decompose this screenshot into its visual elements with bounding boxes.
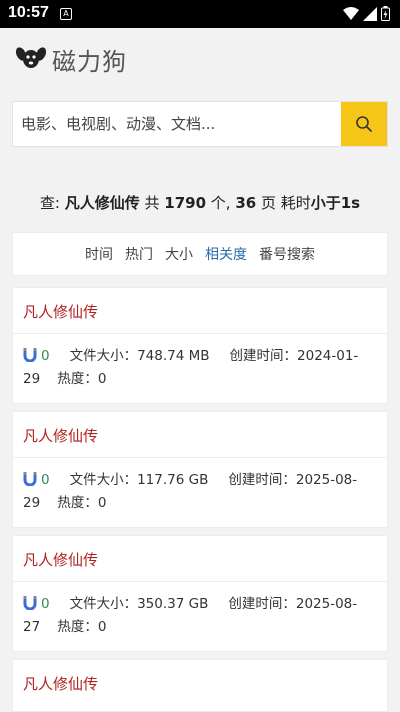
search-box xyxy=(12,101,388,147)
summary-time: 小于1s xyxy=(310,194,361,212)
magnet-count: 0 xyxy=(41,348,50,364)
summary-mid3: 页 耗时 xyxy=(256,194,311,212)
summary-mid2: 个, xyxy=(206,194,236,212)
summary-prefix: 查: xyxy=(39,194,65,212)
status-icons xyxy=(343,6,390,21)
result-summary: 查: 凡人修仙传 共 1790 个, 36 页 耗时小于1s xyxy=(0,192,400,213)
result-card[interactable]: 凡人修仙传 0 文件大小：350.37 GB 创建时间：2025-08-27 热度：… xyxy=(12,535,388,652)
result-card[interactable]: 凡人修仙传 xyxy=(12,659,388,712)
status-bar: 10:57 A xyxy=(0,0,400,28)
magnet-icon xyxy=(23,596,37,610)
battery-icon xyxy=(381,6,390,21)
signal-icon xyxy=(363,6,377,21)
search-input[interactable] xyxy=(13,102,343,146)
sort-tabs: 时间 热门 大小 相关度 番号搜索 xyxy=(12,232,388,276)
summary-pages: 36 xyxy=(235,194,257,212)
tab-code-search[interactable]: 番号搜索 xyxy=(259,244,315,264)
result-card[interactable]: 凡人修仙传 0 文件大小：748.74 MB 创建时间：2024-01-29 热度：… xyxy=(12,287,388,404)
heat: 热度：0 xyxy=(57,371,107,387)
dog-logo-icon xyxy=(16,47,46,68)
result-title[interactable]: 凡人修仙传 xyxy=(13,288,387,334)
file-size: 文件大小：748.74 MB xyxy=(69,348,210,364)
app-title: 磁力狗 xyxy=(52,48,127,76)
summary-query: 凡人修仙传 xyxy=(64,194,140,212)
status-time: 10:57 xyxy=(8,4,49,21)
search-button[interactable] xyxy=(341,102,387,146)
result-title[interactable]: 凡人修仙传 xyxy=(13,660,387,706)
result-title[interactable]: 凡人修仙传 xyxy=(13,412,387,458)
magnet-count: 0 xyxy=(41,472,50,488)
result-title[interactable]: 凡人修仙传 xyxy=(13,536,387,582)
tab-popular[interactable]: 热门 xyxy=(125,244,153,264)
heat: 热度：0 xyxy=(57,495,107,511)
app-header: 磁力狗 xyxy=(0,28,400,88)
search-icon xyxy=(356,116,372,132)
tab-size[interactable]: 大小 xyxy=(165,244,193,264)
notification-icon: A xyxy=(60,8,72,20)
magnet-count: 0 xyxy=(41,596,50,612)
wifi-icon xyxy=(343,6,359,20)
tab-time[interactable]: 时间 xyxy=(85,244,113,264)
result-card[interactable]: 凡人修仙传 0 文件大小：117.76 GB 创建时间：2025-08-29 热度：… xyxy=(12,411,388,528)
summary-count: 1790 xyxy=(164,194,207,212)
file-size: 文件大小：117.76 GB xyxy=(69,472,209,488)
result-meta: 0 文件大小：350.37 GB 创建时间：2025-08-27 热度：0 xyxy=(13,582,387,651)
tab-relevance[interactable]: 相关度 xyxy=(205,244,247,264)
result-meta: 0 文件大小：748.74 MB 创建时间：2024-01-29 热度：0 xyxy=(13,334,387,403)
magnet-icon xyxy=(23,472,37,486)
result-meta: 0 文件大小：117.76 GB 创建时间：2025-08-29 热度：0 xyxy=(13,458,387,527)
magnet-icon xyxy=(23,348,37,362)
heat: 热度：0 xyxy=(57,619,107,635)
file-size: 文件大小：350.37 GB xyxy=(69,596,209,612)
summary-mid1: 共 xyxy=(139,194,165,212)
